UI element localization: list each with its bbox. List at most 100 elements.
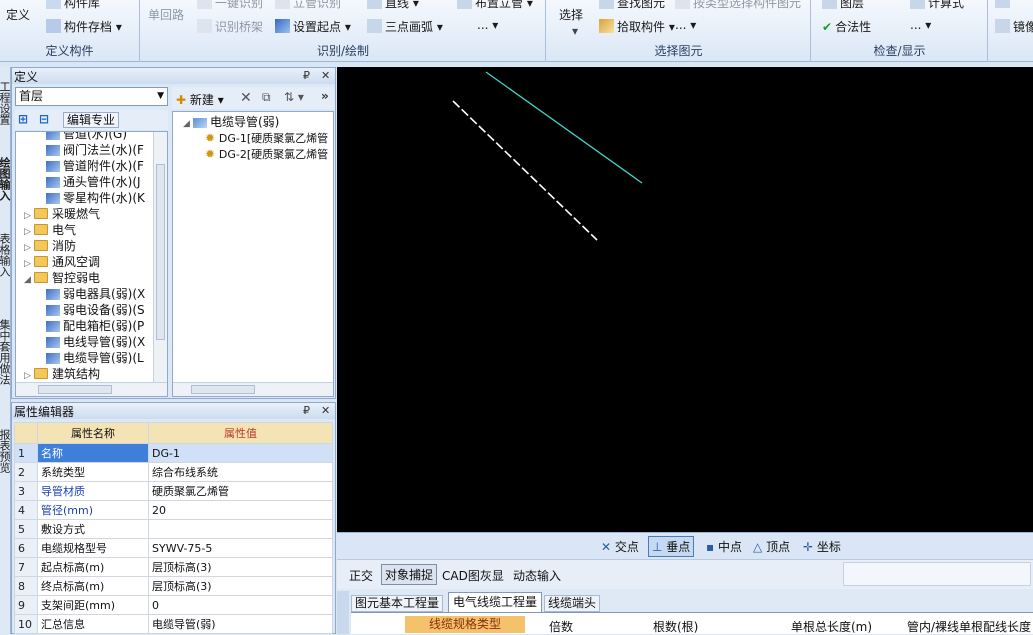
tree-item[interactable]: ▷ 建筑结构: [24, 366, 100, 382]
tab-cable-quantity[interactable]: 电气线缆工程量: [448, 592, 543, 612]
tree-item[interactable]: ▷ 消防: [24, 238, 76, 254]
component-archive-button[interactable]: 构件存档 ▾: [46, 18, 122, 35]
scroll-thumb[interactable]: [38, 385, 112, 394]
property-row[interactable]: 6 电缆规格型号 SYWV-75-5: [14, 538, 333, 558]
single-loop-button[interactable]: 单回路: [148, 6, 184, 23]
tree-item[interactable]: 弱电设备(弱)(S: [46, 302, 145, 318]
cyan-conduit-line[interactable]: [485, 71, 643, 184]
edit-specialty-button[interactable]: 编辑专业: [63, 112, 120, 128]
sort-icon[interactable]: ⇅ ▾: [284, 90, 304, 104]
property-value[interactable]: 电缆导管(弱): [148, 614, 333, 634]
select-dropdown-icon[interactable]: ▾: [572, 24, 578, 38]
property-row[interactable]: 7 起点标高(m) 层顶标高(3): [14, 557, 333, 577]
panel-gripper[interactable]: [337, 591, 349, 634]
floor-select[interactable]: 首层 ▼: [15, 87, 168, 106]
set-start-point-button[interactable]: 设置起点 ▾: [275, 18, 351, 35]
drawing-canvas[interactable]: [337, 67, 1033, 532]
property-value[interactable]: DG-1: [148, 443, 333, 463]
tree-item[interactable]: ▷ 采暖燃气: [24, 206, 100, 222]
three-point-arc-button[interactable]: 三点画弧 ▾: [367, 18, 443, 35]
copy-icon[interactable]: ⧉: [262, 90, 271, 105]
property-row[interactable]: 5 敷设方式: [14, 519, 333, 539]
select-by-type-button[interactable]: 按类型选择构件图元: [675, 0, 801, 11]
pin-icon[interactable]: ₽: [303, 404, 310, 417]
tab-report-preview[interactable]: 报表预览: [0, 417, 11, 485]
expand-icon[interactable]: ◢: [24, 272, 32, 288]
overflow-icon[interactable]: »: [321, 89, 329, 103]
tab-basic-quantity[interactable]: 图元基本工程量: [351, 595, 444, 612]
tree-item[interactable]: 电缆导管(弱)(L: [46, 350, 144, 366]
property-row[interactable]: 4 管径(mm) 20: [14, 500, 333, 520]
more-button[interactable]: ... ▾: [910, 18, 931, 32]
ortho-toggle[interactable]: 正交: [349, 567, 373, 584]
tab-cable-terminal[interactable]: 线缆端头: [544, 595, 601, 612]
tree-item[interactable]: ▷ 通风空调: [24, 254, 100, 270]
tree-item[interactable]: 配电箱柜(弱)(P: [46, 318, 144, 334]
tree-item[interactable]: 通头管件(水)(J: [46, 174, 141, 190]
expand-all-icon[interactable]: ⊞: [18, 112, 28, 126]
tree-item[interactable]: 零星构件(水)(K: [46, 190, 145, 206]
pick-component-button[interactable]: 拾取构件 ▾: [599, 18, 675, 35]
white-conduit-line[interactable]: [452, 100, 598, 241]
property-row[interactable]: 10 汇总信息 电缆导管(弱): [14, 614, 333, 634]
one-key-identify-button[interactable]: 一键识别: [197, 0, 263, 11]
property-row[interactable]: 2 系统类型 综合布线系统: [14, 462, 333, 482]
mirror-button[interactable]: 镜像: [995, 18, 1033, 35]
more-button[interactable]: ... ▾: [675, 18, 696, 32]
formula-button[interactable]: 计算式: [910, 0, 964, 11]
select-button[interactable]: 选择: [559, 6, 583, 23]
layer-button[interactable]: 图层: [822, 0, 864, 11]
define-button[interactable]: 定义: [6, 6, 30, 23]
scroll-thumb[interactable]: [191, 385, 255, 394]
place-riser-button[interactable]: 布置立管 ▾: [457, 0, 533, 11]
property-row[interactable]: 9 支架间距(mm) 0: [14, 595, 333, 615]
property-row[interactable]: 3 导管材质 硬质聚氯乙烯管: [14, 481, 333, 501]
property-value[interactable]: 硬质聚氯乙烯管: [148, 481, 333, 501]
property-value[interactable]: 0: [148, 595, 333, 615]
tree-item[interactable]: ◢ 智控弱电: [24, 270, 100, 286]
property-value[interactable]: [148, 519, 333, 539]
collapse-all-icon[interactable]: ⊟: [39, 112, 49, 126]
property-value[interactable]: SYWV-75-5: [148, 538, 333, 558]
new-button[interactable]: ✚ 新建 ▾: [176, 91, 224, 108]
col-total-length[interactable]: 单根总长度(m): [791, 618, 872, 635]
property-value[interactable]: 20: [148, 500, 333, 520]
identify-bridge-button[interactable]: 识别桥架: [197, 18, 263, 35]
col-wiring-length[interactable]: 管内/裸线单根配线长度: [907, 618, 1031, 635]
component-item[interactable]: ✹ DG-1[硬质聚氯乙烯管: [205, 130, 328, 146]
tree-scrollbar-h[interactable]: [16, 382, 167, 396]
tab-table-input[interactable]: 表格输入: [0, 221, 11, 289]
tree-item[interactable]: 弱电器具(弱)(X: [46, 286, 145, 302]
tree-item[interactable]: ▷ 电气: [24, 222, 76, 238]
tab-method-apply[interactable]: 集中套用做法: [0, 297, 11, 407]
dynamic-input-toggle[interactable]: 动态输入: [513, 567, 561, 584]
pin-icon[interactable]: ₽: [303, 69, 310, 82]
tree-item[interactable]: 电线导管(弱)(X: [46, 334, 145, 350]
object-snap-toggle[interactable]: 对象捕捉: [381, 564, 438, 585]
component-scrollbar-h[interactable]: [173, 382, 333, 396]
cad-gray-toggle[interactable]: CAD图灰显: [442, 567, 504, 584]
col-cable-spec[interactable]: 线缆规格类型: [405, 616, 525, 633]
snap-coordinate[interactable]: ✛ 坐标: [803, 538, 841, 555]
col-count[interactable]: 根数(根): [653, 618, 698, 635]
scroll-thumb[interactable]: [156, 164, 165, 340]
property-value[interactable]: 综合布线系统: [148, 462, 333, 482]
snap-vertex[interactable]: △ 顶点: [753, 538, 790, 555]
tree-item[interactable]: 管道附件(水)(F: [46, 158, 144, 174]
property-value[interactable]: 层顶标高(3): [148, 576, 333, 596]
col-multiple[interactable]: 倍数: [549, 618, 573, 635]
tab-drawing-input[interactable]: 绘图输入: [0, 145, 11, 213]
snap-intersection[interactable]: ✕ 交点: [601, 538, 639, 555]
close-icon[interactable]: ✕: [321, 69, 330, 82]
line-button[interactable]: 直线 ▾: [367, 0, 419, 11]
tab-project-settings[interactable]: 工程设置: [0, 69, 11, 137]
more-button[interactable]: ... ▾: [477, 18, 498, 32]
tree-item[interactable]: 阀门法兰(水)(F: [46, 142, 144, 158]
component-library-button[interactable]: 构件库: [46, 0, 100, 11]
snap-midpoint[interactable]: ▪ 中点: [706, 538, 742, 555]
riser-identify-button[interactable]: 立管识别: [275, 0, 341, 11]
extra-icon[interactable]: [995, 0, 1013, 9]
validity-button[interactable]: ✔ 合法性: [822, 18, 871, 35]
close-icon[interactable]: ✕: [321, 404, 330, 417]
property-value[interactable]: 层顶标高(3): [148, 557, 333, 577]
